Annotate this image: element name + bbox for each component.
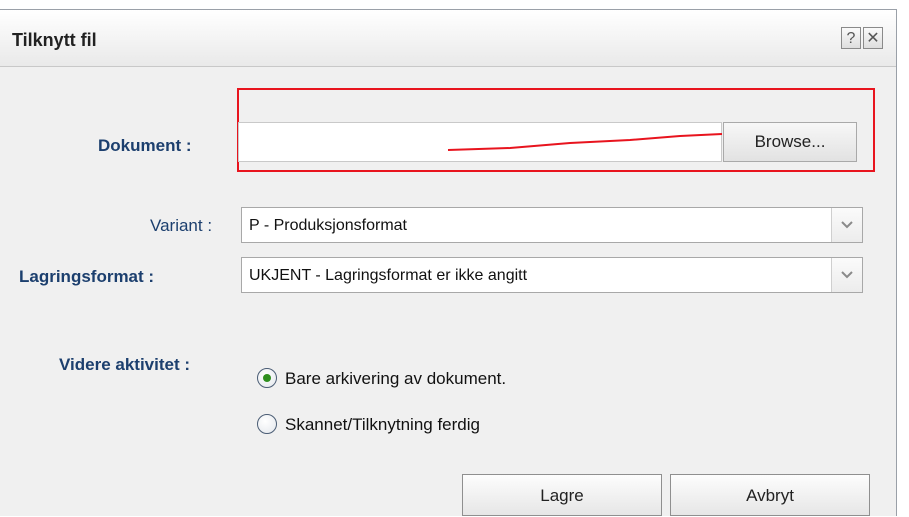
chevron-down-icon xyxy=(841,271,853,279)
attach-file-dialog: Tilknytt fil ? ✕ Dokument : Browse... Va… xyxy=(0,9,897,516)
radio-dot-icon xyxy=(263,374,271,382)
radio-label-archive-only[interactable]: Bare arkivering av dokument. xyxy=(285,369,506,389)
dialog-titlebar: Tilknytt fil ? ✕ xyxy=(0,10,896,67)
browse-button[interactable]: Browse... xyxy=(723,122,857,162)
storage-format-select[interactable]: UKJENT - Lagringsformat er ikke angitt xyxy=(241,257,863,293)
radio-label-scan-complete[interactable]: Skannet/Tilknytning ferdig xyxy=(285,415,480,435)
variant-selected-value: P - Produksjonsformat xyxy=(249,217,407,234)
save-button-label: Lagre xyxy=(540,486,584,505)
chevron-down-icon xyxy=(841,221,853,229)
dialog-title: Tilknytt fil xyxy=(12,30,97,50)
storage-format-selected-value: UKJENT - Lagringsformat er ikke angitt xyxy=(249,267,528,284)
save-button[interactable]: Lagre xyxy=(462,474,662,516)
cancel-button[interactable]: Avbryt xyxy=(670,474,870,516)
question-mark-icon: ? xyxy=(846,30,856,47)
close-button[interactable]: ✕ xyxy=(863,27,883,49)
storage-format-dropdown-button[interactable] xyxy=(831,258,862,292)
variant-label: Variant : xyxy=(150,216,213,235)
annotation-scribble xyxy=(447,133,723,151)
help-button[interactable]: ? xyxy=(841,27,861,49)
browse-button-label: Browse... xyxy=(754,132,826,151)
storage-format-label: Lagringsformat : xyxy=(19,267,155,286)
radio-button-unchecked[interactable] xyxy=(257,414,277,434)
next-activity-label: Videre aktivitet : xyxy=(59,355,191,374)
radio-button-checked[interactable] xyxy=(257,368,277,388)
variant-dropdown-button[interactable] xyxy=(831,208,862,242)
document-label: Dokument : xyxy=(98,136,192,155)
variant-select[interactable]: P - Produksjonsformat xyxy=(241,207,863,243)
cancel-button-label: Avbryt xyxy=(746,486,794,505)
close-icon: ✕ xyxy=(866,30,880,47)
